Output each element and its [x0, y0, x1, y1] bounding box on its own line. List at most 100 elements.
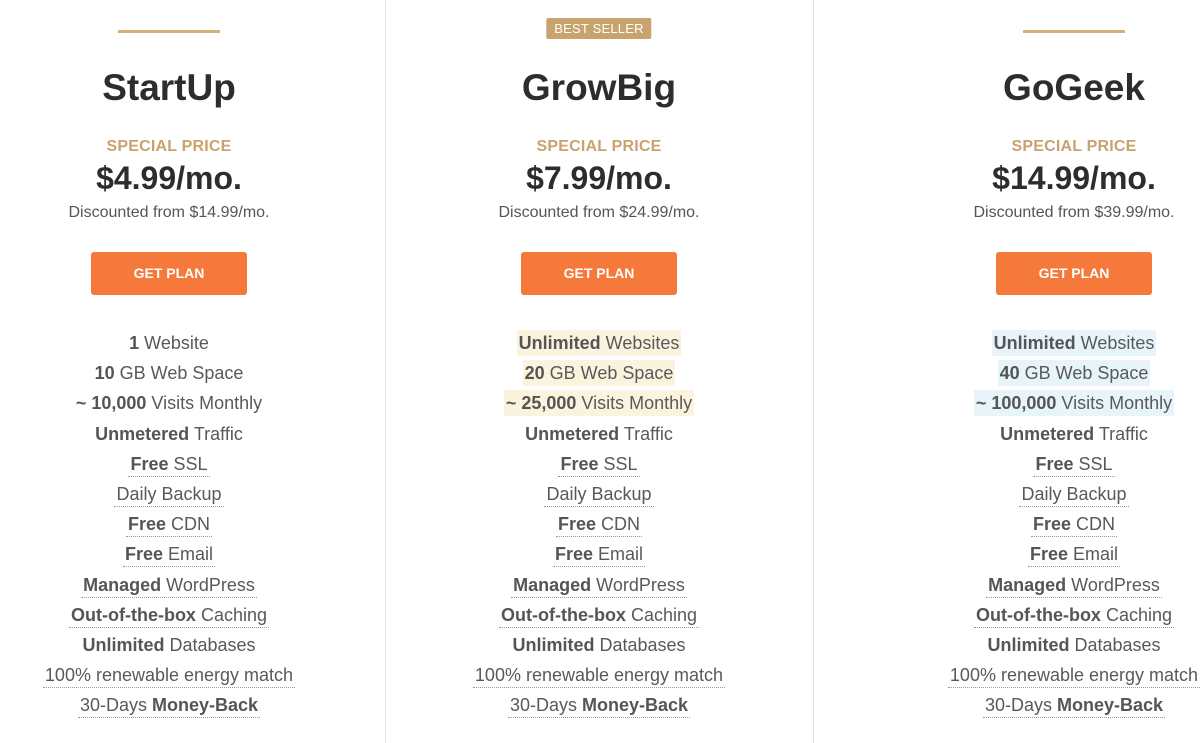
feature-text[interactable]: Free SSL — [1033, 452, 1115, 477]
feature-text[interactable]: Out-of-the-box Caching — [498, 603, 699, 628]
feature-text[interactable]: Daily Backup — [544, 482, 654, 507]
get-plan-button[interactable]: GET PLAN — [521, 252, 677, 295]
feature-emphasis: Free — [1035, 453, 1074, 474]
feature-text: ~ 100,000 Visits Monthly — [973, 390, 1175, 417]
feature-emphasis: Free — [130, 453, 169, 474]
feature-text[interactable]: Free Email — [122, 542, 216, 568]
feature-list: Unlimited Websites 20 GB Web Space ~ 25,00… — [384, 330, 814, 722]
feature-item: Unlimited Websites — [859, 330, 1200, 360]
feature-text[interactable]: Free Email — [1027, 542, 1121, 568]
feature-text[interactable]: Daily Backup — [114, 482, 224, 507]
feature-emphasis: Money-Back — [582, 695, 689, 716]
feature-emphasis: Free — [127, 514, 167, 535]
plan-card-growbig: BEST SELLER GrowBig SPECIAL PRICE $7.99/… — [385, 0, 814, 743]
feature-item: Managed WordPress — [0, 572, 384, 602]
feature-text[interactable]: Free SSL — [128, 452, 210, 477]
feature-emphasis: Managed — [988, 574, 1067, 595]
plan-price: $4.99/mo. — [96, 160, 242, 196]
plan-name: GrowBig — [521, 67, 677, 108]
feature-emphasis: ~ 100,000 — [975, 393, 1057, 414]
feature-emphasis: Unmetered — [95, 423, 190, 444]
feature-text: 1 Website — [129, 333, 209, 353]
feature-text: 40 GB Web Space — [997, 360, 1151, 387]
feature-item: Free SSL — [0, 451, 384, 481]
feature-text[interactable]: Managed WordPress — [986, 573, 1162, 598]
feature-text: ~ 25,000 Visits Monthly — [503, 390, 695, 417]
feature-emphasis: ~ 10,000 — [75, 393, 147, 414]
feature-text[interactable]: Free CDN — [555, 512, 643, 538]
feature-text[interactable]: 30-Days Money-Back — [982, 693, 1166, 719]
discounted-from: Discounted from $24.99/mo. — [498, 204, 700, 221]
feature-item: Daily Backup — [0, 481, 384, 511]
feature-item: 10 GB Web Space — [0, 360, 384, 390]
feature-emphasis: Money-Back — [152, 695, 259, 716]
feature-item: 20 GB Web Space — [384, 360, 814, 390]
feature-emphasis: Out-of-the-box — [500, 604, 626, 625]
special-price-label: SPECIAL PRICE — [536, 138, 662, 155]
accent-line — [1023, 30, 1125, 33]
feature-item: Unmetered Traffic — [0, 421, 384, 451]
get-plan-button[interactable]: GET PLAN — [91, 252, 247, 295]
feature-text[interactable]: 100% renewable energy match — [472, 663, 726, 689]
feature-text: Unlimited Websites — [516, 330, 682, 356]
feature-item: 40 GB Web Space — [859, 360, 1200, 390]
feature-item: Unlimited Websites — [384, 330, 814, 360]
feature-item: Out-of-the-box Caching — [384, 602, 814, 632]
feature-emphasis: Unlimited — [82, 634, 165, 655]
plan-top-slot: BEST SELLER — [384, 0, 814, 46]
feature-list: 1 Website 10 GB Web Space ~ 10,000 Visits … — [0, 330, 384, 722]
feature-item: Managed WordPress — [859, 572, 1200, 602]
feature-text[interactable]: Out-of-the-box Caching — [68, 603, 269, 628]
feature-item: 100% renewable energy match — [384, 662, 814, 692]
feature-item: 1 Website — [0, 330, 384, 360]
feature-item: ~ 100,000 Visits Monthly — [859, 390, 1200, 420]
feature-emphasis: Managed — [513, 574, 592, 595]
feature-item: Free Email — [859, 541, 1200, 571]
feature-text[interactable]: Managed WordPress — [511, 573, 687, 598]
feature-text[interactable]: Out-of-the-box Caching — [973, 603, 1174, 628]
feature-text[interactable]: 30-Days Money-Back — [507, 693, 691, 719]
feature-emphasis: Unmetered — [525, 423, 620, 444]
feature-text[interactable]: Free Email — [552, 542, 646, 568]
feature-item: Managed WordPress — [384, 572, 814, 602]
feature-text: Unmetered Traffic — [525, 423, 673, 444]
feature-emphasis: Free — [1032, 514, 1072, 535]
feature-text: 10 GB Web Space — [94, 363, 244, 384]
feature-emphasis: Free — [554, 544, 593, 565]
feature-item: Unmetered Traffic — [384, 421, 814, 451]
feature-emphasis: Unmetered — [1000, 423, 1095, 444]
special-price-label: SPECIAL PRICE — [1011, 138, 1137, 155]
feature-item: Daily Backup — [859, 481, 1200, 511]
feature-text: Unlimited Databases — [82, 634, 256, 655]
feature-text[interactable]: 100% renewable energy match — [42, 663, 296, 689]
feature-item: 100% renewable energy match — [0, 662, 384, 692]
feature-emphasis: Managed — [83, 574, 162, 595]
feature-text[interactable]: Free CDN — [1030, 512, 1118, 538]
feature-text[interactable]: 100% renewable energy match — [947, 663, 1200, 689]
feature-emphasis: Free — [560, 453, 599, 474]
feature-item: 30-Days Money-Back — [0, 692, 384, 722]
plan-price: $7.99/mo. — [526, 160, 672, 196]
get-plan-button[interactable]: GET PLAN — [996, 252, 1152, 295]
feature-emphasis: Unlimited — [987, 634, 1070, 655]
feature-text: Unlimited Databases — [987, 634, 1161, 655]
feature-emphasis: Unlimited — [512, 634, 595, 655]
feature-text: Unlimited Websites — [991, 330, 1157, 356]
feature-text[interactable]: Managed WordPress — [81, 573, 257, 598]
feature-item: Unmetered Traffic — [859, 421, 1200, 451]
best-seller-badge: BEST SELLER — [546, 18, 652, 39]
feature-item: Daily Backup — [384, 481, 814, 511]
feature-text[interactable]: 30-Days Money-Back — [77, 693, 261, 719]
feature-item: 30-Days Money-Back — [384, 692, 814, 722]
feature-text[interactable]: Free SSL — [558, 452, 640, 477]
feature-emphasis: Unlimited — [518, 333, 601, 353]
feature-emphasis: Out-of-the-box — [975, 604, 1101, 625]
special-price-label: SPECIAL PRICE — [106, 138, 232, 155]
feature-emphasis: 10 — [94, 363, 115, 384]
feature-emphasis: 1 — [129, 333, 140, 353]
feature-text[interactable]: Daily Backup — [1019, 482, 1129, 507]
feature-text[interactable]: Free CDN — [125, 512, 213, 538]
feature-item: 30-Days Money-Back — [859, 692, 1200, 722]
plan-top-slot — [859, 0, 1200, 46]
feature-item: Free Email — [384, 541, 814, 571]
